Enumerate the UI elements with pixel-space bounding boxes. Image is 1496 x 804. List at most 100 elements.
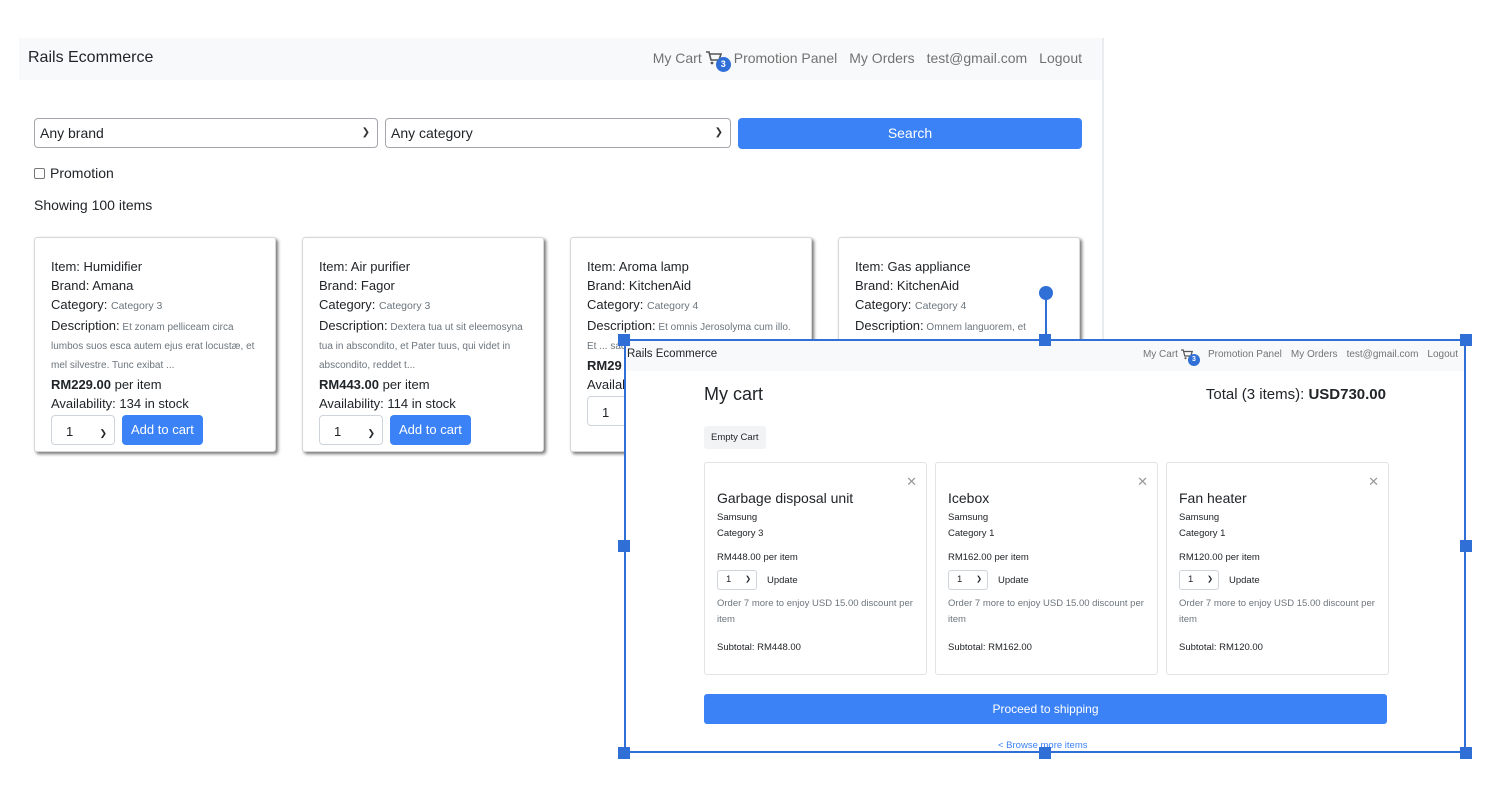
cart-item-brand: Samsung (717, 512, 758, 523)
chevron-down-icon: ❯ (714, 127, 723, 138)
category-label: Category: (587, 297, 644, 312)
quantity-select[interactable]: 1 ❯ (1179, 570, 1219, 590)
resize-handle-left[interactable] (618, 540, 630, 552)
category-select-value: Any category (391, 125, 473, 141)
navbar: Rails Ecommerce My Cart 3 Promotion Pane… (19, 38, 1102, 80)
resize-handle-top-right[interactable] (1460, 334, 1472, 346)
per-item-label: per item (110, 377, 162, 392)
category-select[interactable]: Any category ❯ (385, 118, 731, 148)
category-label: Category: (319, 297, 376, 312)
resize-handle-bottom[interactable] (1039, 747, 1051, 759)
product-category: Category 4 (915, 300, 967, 312)
quantity-value: 1 (602, 405, 610, 420)
resize-handle-right[interactable] (1460, 540, 1472, 552)
description-label: Description: (51, 318, 120, 333)
quantity-value: 1 (726, 574, 732, 585)
logout-link[interactable]: Logout (1039, 50, 1082, 66)
promotion-panel-link[interactable]: Promotion Panel (1208, 349, 1282, 360)
nav-links: My Cart 3 Promotion Panel My Orders test… (1142, 349, 1458, 366)
cart-count-badge: 3 (1187, 354, 1200, 366)
description-label: Description: (587, 318, 656, 333)
product-brand: Brand: KitchenAid (855, 278, 960, 293)
quantity-select[interactable]: 1 ❯ (319, 415, 383, 445)
proceed-to-shipping-button[interactable]: Proceed to shipping (704, 694, 1387, 724)
my-cart-link[interactable]: My Cart 3 (652, 50, 731, 72)
cart-item-card: ✕ Fan heater Samsung Category 1 RM120.00… (1166, 462, 1389, 675)
brand-select[interactable]: Any brand ❯ (34, 118, 378, 148)
update-button[interactable]: Update (998, 575, 1029, 586)
quantity-value: 1 (1188, 574, 1194, 585)
logout-link[interactable]: Logout (1427, 349, 1458, 360)
cart-item-subtotal: Subtotal: RM120.00 (1179, 642, 1263, 653)
my-orders-link[interactable]: My Orders (849, 50, 914, 66)
update-button[interactable]: Update (1229, 575, 1260, 586)
my-cart-label: My Cart (652, 50, 702, 66)
my-orders-link[interactable]: My Orders (1291, 349, 1338, 360)
cart-item-name: Icebox (948, 490, 990, 506)
cart-item-card: ✕ Garbage disposal unit Samsung Category… (704, 462, 927, 675)
resize-handle-top-left[interactable] (618, 334, 630, 346)
product-price: RM443.00 (319, 377, 379, 392)
search-button[interactable]: Search (738, 118, 1082, 149)
product-availability: Availability: 114 in stock (319, 396, 456, 411)
product-item: Item: Humidifier (51, 259, 143, 274)
brand-link[interactable]: Rails Ecommerce (28, 49, 153, 67)
add-to-cart-button[interactable]: Add to cart (122, 415, 203, 445)
user-email-link[interactable]: test@gmail.com (927, 50, 1028, 66)
product-brand: Brand: Fagor (319, 278, 395, 293)
product-card: Item: Air purifier Brand: Fagor Category… (302, 237, 544, 452)
product-description: Omnem languorem, et (926, 322, 1026, 333)
brand-link[interactable]: Rails Ecommerce (627, 348, 717, 360)
cart-window[interactable]: Rails Ecommerce My Cart 3 Promotion Pane… (624, 339, 1466, 753)
cart-icon: 3 (705, 51, 731, 72)
quantity-select[interactable]: 1 ❯ (51, 415, 115, 445)
quantity-value: 1 (66, 424, 74, 439)
my-cart-link[interactable]: My Cart 3 (1142, 349, 1200, 366)
cart-item-category: Category 3 (717, 528, 764, 539)
category-label: Category: (855, 297, 912, 312)
promotion-message: Order 7 more to enjoy USD 15.00 discount… (717, 598, 913, 625)
promotion-filter[interactable]: Promotion (34, 165, 114, 181)
chevron-down-icon: ❯ (745, 576, 751, 583)
cart-item-subtotal: Subtotal: RM448.00 (717, 642, 801, 653)
per-item-label: per item (378, 377, 430, 392)
promotion-panel-link[interactable]: Promotion Panel (734, 50, 838, 66)
quantity-value: 1 (334, 424, 342, 439)
product-item: Item: Air purifier (319, 259, 411, 274)
close-icon[interactable]: ✕ (1368, 474, 1379, 490)
quantity-select[interactable]: 1 ❯ (948, 570, 988, 590)
empty-cart-button[interactable]: Empty Cart (704, 426, 766, 449)
resize-handle-bottom-left[interactable] (618, 747, 630, 759)
product-category: Category 3 (379, 300, 431, 312)
resize-handle-top[interactable] (1039, 334, 1051, 346)
cart-item-card: ✕ Icebox Samsung Category 1 RM162.00 per… (935, 462, 1158, 675)
cart-item-brand: Samsung (1179, 512, 1220, 523)
cart-total-value: USD730.00 (1308, 386, 1386, 403)
product-category: Category 3 (111, 300, 163, 312)
cart-item-category: Category 1 (1179, 528, 1226, 539)
cart-item-subtotal: Subtotal: RM162.00 (948, 642, 1032, 653)
product-card: Item: Humidifier Brand: Amana Category: … (34, 237, 276, 452)
update-button[interactable]: Update (767, 575, 798, 586)
rotate-handle-line (1045, 298, 1047, 339)
my-cart-label: My Cart (1142, 349, 1178, 360)
quantity-value: 1 (957, 574, 963, 585)
quantity-select[interactable]: 1 ❯ (717, 570, 757, 590)
user-email-link[interactable]: test@gmail.com (1347, 349, 1419, 360)
cart-count-badge: 3 (715, 57, 731, 72)
chevron-down-icon: ❯ (1207, 576, 1213, 583)
category-label: Category: (51, 297, 108, 312)
chevron-down-icon: ❯ (361, 127, 370, 138)
close-icon[interactable]: ✕ (1137, 474, 1148, 490)
chevron-down-icon: ❯ (367, 428, 375, 438)
rotate-handle[interactable] (1039, 286, 1053, 300)
close-icon[interactable]: ✕ (906, 474, 917, 490)
cart-item-price: RM162.00 per item (948, 552, 1029, 563)
add-to-cart-button[interactable]: Add to cart (390, 415, 471, 445)
promotion-checkbox[interactable] (34, 167, 45, 179)
resize-handle-bottom-right[interactable] (1460, 747, 1472, 759)
cart-item-brand: Samsung (948, 512, 989, 523)
product-price: RM229.00 (51, 377, 111, 392)
product-price: RM29 (587, 358, 622, 373)
promotion-message: Order 7 more to enjoy USD 15.00 discount… (948, 598, 1144, 625)
